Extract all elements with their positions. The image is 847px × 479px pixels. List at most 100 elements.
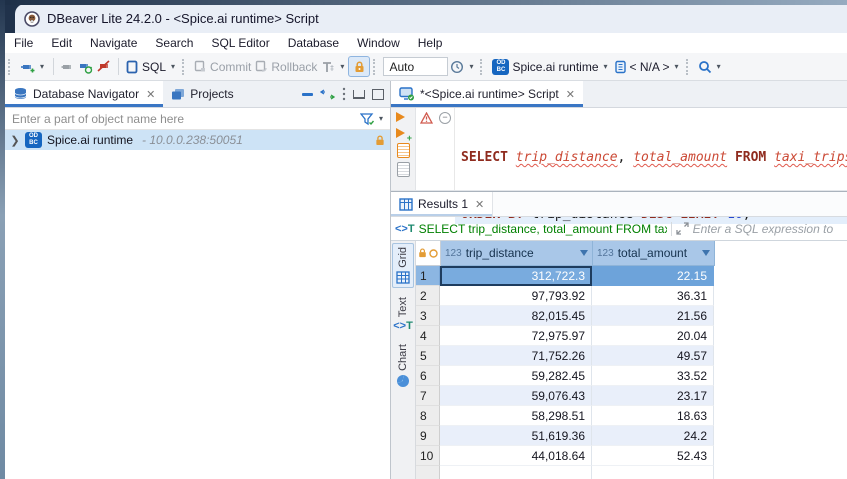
toolbar-grip[interactable] xyxy=(8,59,13,75)
history-button[interactable]: ▾ xyxy=(448,58,477,76)
maximize-view-icon[interactable] xyxy=(372,89,384,100)
table-row[interactable]: 1 312,722.3 22.15 xyxy=(416,266,847,286)
toolbar-grip[interactable] xyxy=(480,59,485,75)
cell-total-amount[interactable]: 49.57 xyxy=(592,346,714,366)
expand-filter-icon[interactable] xyxy=(676,222,689,235)
reconnect-button[interactable] xyxy=(76,58,95,76)
row-number[interactable]: 1 xyxy=(416,266,440,286)
cell-total-amount[interactable]: 33.52 xyxy=(592,366,714,386)
cell-total-amount[interactable]: 36.31 xyxy=(592,286,714,306)
collapse-all-icon[interactable] xyxy=(302,93,313,96)
filter-funnel-icon[interactable] xyxy=(360,112,377,126)
cell-trip-distance[interactable]: 44,018.64 xyxy=(440,446,592,466)
cell-trip-distance[interactable]: 72,975.97 xyxy=(440,326,592,346)
close-icon[interactable]: ✕ xyxy=(566,88,575,101)
table-row[interactable]: 4 72,975.97 20.04 xyxy=(416,326,847,346)
explain-plan-icon[interactable] xyxy=(397,143,410,158)
link-with-editor-icon[interactable] xyxy=(320,89,335,100)
column-header-total-amount[interactable]: 123 total_amount xyxy=(593,241,715,266)
grid-corner-cell[interactable] xyxy=(416,241,441,266)
minimize-view-icon[interactable] xyxy=(353,90,365,99)
tab-chart[interactable]: Chart xyxy=(392,341,414,391)
tab-projects[interactable]: Projects xyxy=(163,81,241,107)
column-header-trip-distance[interactable]: 123 trip_distance xyxy=(441,241,593,266)
row-number[interactable]: 2 xyxy=(416,286,440,306)
table-row[interactable]: 3 82,015.45 21.56 xyxy=(416,306,847,326)
view-menu-icon[interactable] xyxy=(342,87,346,101)
table-row[interactable]: 8 58,298.51 18.63 xyxy=(416,406,847,426)
menu-window[interactable]: Window xyxy=(348,34,409,52)
connection-selector[interactable]: ODBC Spice.ai runtime ▾ xyxy=(490,57,611,77)
navigator-tree-area[interactable] xyxy=(5,150,390,479)
cell-total-amount[interactable]: 21.56 xyxy=(592,306,714,326)
script-log-icon[interactable] xyxy=(397,162,410,177)
search-button[interactable]: ▾ xyxy=(696,58,725,76)
row-number[interactable]: 4 xyxy=(416,326,440,346)
cell-total-amount[interactable]: 18.63 xyxy=(592,406,714,426)
fold-collapse-icon[interactable]: − xyxy=(439,112,451,124)
menu-sql-editor[interactable]: SQL Editor xyxy=(202,34,278,52)
title-bar[interactable]: DBeaver Lite 24.2.0 - <Spice.ai runtime>… xyxy=(15,4,847,33)
row-number[interactable]: 10 xyxy=(416,446,440,466)
cell-trip-distance[interactable]: 58,298.51 xyxy=(440,406,592,426)
menu-database[interactable]: Database xyxy=(279,34,348,52)
row-number[interactable]: 5 xyxy=(416,346,440,366)
tab-sql-script[interactable]: *<Spice.ai runtime> Script ✕ xyxy=(391,81,583,107)
tab-results-1[interactable]: Results 1 ✕ xyxy=(391,192,493,216)
toolbar-grip[interactable] xyxy=(182,59,187,75)
menu-file[interactable]: File xyxy=(5,34,42,52)
cell-trip-distance[interactable]: 59,076.43 xyxy=(440,386,592,406)
cell-total-amount[interactable]: 22.15 xyxy=(592,266,714,286)
toolbar-grip[interactable] xyxy=(373,59,378,75)
menu-edit[interactable]: Edit xyxy=(42,34,81,52)
tab-text[interactable]: Text <>T xyxy=(392,294,414,335)
table-row[interactable]: 6 59,282.45 33.52 xyxy=(416,366,847,386)
disconnect-button[interactable] xyxy=(95,58,113,75)
row-number[interactable]: 3 xyxy=(416,306,440,326)
table-row[interactable]: 10 44,018.64 52.43 xyxy=(416,446,847,466)
table-row[interactable]: 7 59,076.43 23.17 xyxy=(416,386,847,406)
cell-total-amount[interactable]: 24.2 xyxy=(592,426,714,446)
transaction-auto-combo[interactable]: Auto xyxy=(383,57,448,76)
commit-button[interactable]: Commit xyxy=(192,58,253,76)
new-connection-button[interactable]: ▾ xyxy=(18,58,48,76)
cell-total-amount[interactable]: 23.17 xyxy=(592,386,714,406)
table-row[interactable]: 5 71,752.26 49.57 xyxy=(416,346,847,366)
sort-desc-icon[interactable] xyxy=(580,250,588,256)
tab-grid[interactable]: Grid xyxy=(392,243,414,288)
sql-editor-button[interactable]: SQL ▾ xyxy=(124,58,179,76)
row-number[interactable]: 7 xyxy=(416,386,440,406)
transaction-mode-button[interactable]: ▾ xyxy=(319,58,348,76)
cell-trip-distance[interactable]: 312,722.3 xyxy=(440,266,592,286)
execute-statement-button[interactable] xyxy=(396,111,410,123)
cell-trip-distance[interactable]: 97,793.92 xyxy=(440,286,592,306)
cell-trip-distance[interactable]: 51,619.36 xyxy=(440,426,592,446)
row-number[interactable]: 9 xyxy=(416,426,440,446)
close-icon[interactable]: ✕ xyxy=(146,88,155,101)
sort-desc-icon[interactable] xyxy=(702,250,710,256)
sql-code[interactable]: SELECT trip_distance, total_amount FROM … xyxy=(455,108,847,190)
connect-button[interactable] xyxy=(59,58,76,75)
row-number[interactable]: 6 xyxy=(416,366,440,386)
tree-expander-icon[interactable]: ❯ xyxy=(10,134,20,147)
table-row[interactable]: 2 97,793.92 36.31 xyxy=(416,286,847,306)
object-filter-input[interactable] xyxy=(10,111,360,127)
schema-selector[interactable]: < N/A > ▾ xyxy=(612,58,683,76)
cell-trip-distance[interactable]: 82,015.45 xyxy=(440,306,592,326)
close-icon[interactable]: ✕ xyxy=(475,198,484,211)
cell-trip-distance[interactable]: 71,752.26 xyxy=(440,346,592,366)
tree-item-connection[interactable]: ❯ ODBC Spice.ai runtime - 10.0.0.238:500… xyxy=(5,130,390,150)
chevron-down-icon[interactable]: ▾ xyxy=(379,114,383,123)
cell-total-amount[interactable]: 20.04 xyxy=(592,326,714,346)
cell-total-amount[interactable]: 52.43 xyxy=(592,446,714,466)
table-row[interactable]: 9 51,619.36 24.2 xyxy=(416,426,847,446)
results-filter-bar[interactable]: <>T SELECT trip_distance, total_amount F… xyxy=(391,217,847,241)
rollback-button[interactable]: Rollback xyxy=(253,58,319,76)
tab-database-navigator[interactable]: Database Navigator ✕ xyxy=(5,81,163,107)
menu-help[interactable]: Help xyxy=(409,34,452,52)
row-number[interactable]: 8 xyxy=(416,406,440,426)
execute-script-button[interactable]: + xyxy=(396,127,410,139)
cell-trip-distance[interactable]: 59,282.45 xyxy=(440,366,592,386)
menu-navigate[interactable]: Navigate xyxy=(81,34,146,52)
connection-lock-toggle[interactable] xyxy=(348,56,370,77)
